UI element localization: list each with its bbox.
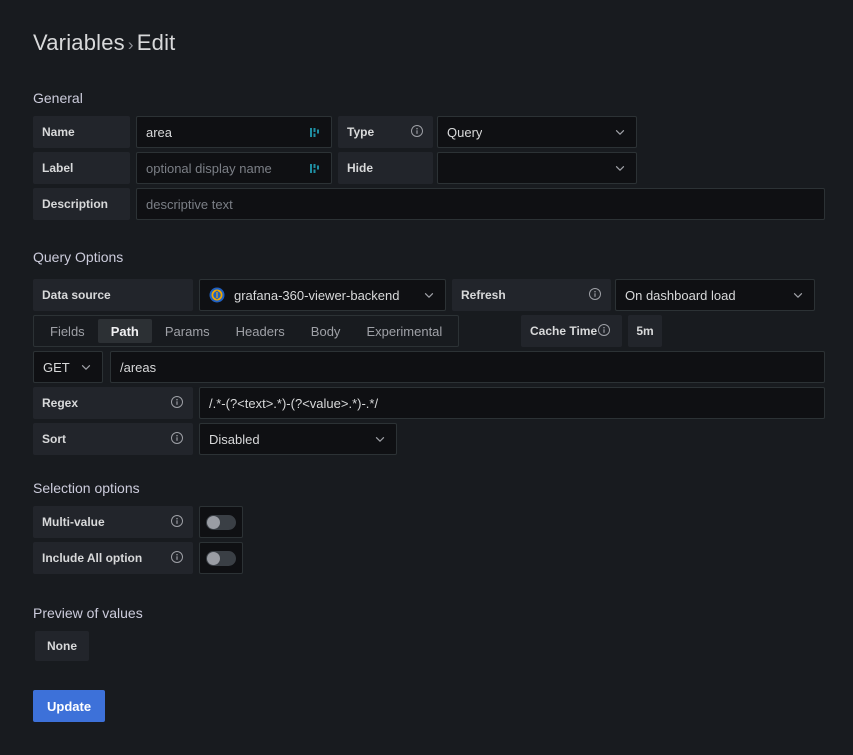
info-icon[interactable]: [162, 395, 184, 412]
tab-path[interactable]: Path: [97, 319, 152, 343]
variable-interpolation-icon: [301, 126, 322, 139]
chevron-down-icon: [365, 432, 387, 446]
tab-body[interactable]: Body: [298, 319, 354, 343]
sort-label-text: Sort: [42, 432, 66, 446]
regex-input-value: /.*-(?<text>.*)-(?<value>.*)-.*/: [209, 395, 379, 411]
sort-select[interactable]: Disabled: [199, 423, 397, 455]
datasource-select-value: grafana-360-viewer-backend: [234, 287, 400, 303]
description-input-placeholder: descriptive text: [146, 196, 233, 212]
tab-experimental[interactable]: Experimental: [353, 319, 455, 343]
breadcrumb-current: Edit: [136, 30, 176, 55]
label-input[interactable]: optional display name: [136, 152, 332, 184]
datasource-plugin-icon: [209, 287, 225, 303]
section-title-query-options: Query Options: [33, 249, 124, 265]
include-all-label-text: Include All option: [42, 551, 143, 565]
label-label-text: Label: [42, 161, 74, 175]
hide-field-label: Hide: [338, 152, 433, 184]
cache-time-value-text: 5m: [636, 324, 654, 338]
name-input[interactable]: area: [136, 116, 332, 148]
regex-label-text: Regex: [42, 396, 79, 410]
tab-params[interactable]: Params: [152, 319, 223, 343]
info-icon[interactable]: [597, 323, 611, 340]
refresh-select[interactable]: On dashboard load: [615, 279, 815, 311]
info-icon[interactable]: [402, 124, 424, 141]
info-icon[interactable]: [162, 550, 184, 567]
datasource-select[interactable]: grafana-360-viewer-backend: [199, 279, 446, 311]
regex-field-label: Regex: [33, 387, 193, 419]
label-field-label: Label: [33, 152, 130, 184]
update-button[interactable]: Update: [33, 690, 106, 722]
section-title-general: General: [33, 90, 83, 106]
description-field-label: Description: [33, 188, 130, 220]
sort-select-value: Disabled: [209, 431, 260, 447]
name-field-label: Name: [33, 116, 130, 148]
chevron-down-icon: [414, 288, 436, 302]
http-method-value: GET: [43, 359, 70, 375]
multi-value-toggle[interactable]: [199, 506, 243, 538]
path-input-value: /areas: [120, 359, 157, 375]
toggle-track: [206, 514, 236, 530]
info-icon[interactable]: [162, 514, 184, 531]
tab-headers[interactable]: Headers: [223, 319, 298, 343]
hide-label-text: Hide: [347, 161, 374, 175]
include-all-field-label: Include All option: [33, 542, 193, 574]
section-title-preview: Preview of values: [33, 605, 143, 621]
section-title-selection-options: Selection options: [33, 480, 140, 496]
variable-interpolation-icon: [301, 162, 322, 175]
multi-value-label-text: Multi-value: [42, 515, 105, 529]
toggle-track: [206, 550, 236, 566]
regex-input[interactable]: /.*-(?<text>.*)-(?<value>.*)-.*/: [199, 387, 825, 419]
refresh-label-text: Refresh: [461, 288, 506, 302]
multi-value-field-label: Multi-value: [33, 506, 193, 538]
refresh-select-value: On dashboard load: [625, 287, 736, 303]
hide-select[interactable]: [437, 152, 637, 184]
datasource-label-text: Data source: [42, 288, 111, 302]
type-field-label: Type: [338, 116, 433, 148]
include-all-toggle[interactable]: [199, 542, 243, 574]
breadcrumb-separator: ›: [127, 35, 134, 54]
path-input[interactable]: /areas: [110, 351, 825, 383]
description-input[interactable]: descriptive text: [136, 188, 825, 220]
name-input-value: area: [146, 124, 173, 140]
chevron-down-icon: [605, 161, 627, 175]
cache-time-label-text: Cache Time: [530, 324, 598, 338]
name-label-text: Name: [42, 125, 75, 139]
preview-value-text: None: [47, 639, 77, 653]
type-select-value: Query: [447, 124, 483, 140]
info-icon[interactable]: [162, 431, 184, 448]
type-select[interactable]: Query: [437, 116, 637, 148]
breadcrumb-root[interactable]: Variables: [33, 30, 125, 55]
refresh-field-label: Refresh: [452, 279, 611, 311]
update-button-label: Update: [47, 698, 92, 714]
chevron-down-icon: [71, 360, 93, 374]
label-input-placeholder: optional display name: [146, 160, 272, 176]
chevron-down-icon: [605, 125, 627, 139]
info-icon[interactable]: [580, 287, 602, 304]
type-label-text: Type: [347, 125, 375, 139]
breadcrumb: Variables › Edit: [33, 30, 175, 56]
toggle-knob: [207, 551, 220, 565]
variable-editor-page: Variables › Edit General Name area Type Qu…: [0, 0, 853, 755]
chevron-down-icon: [783, 288, 805, 302]
datasource-field-label: Data source: [33, 279, 193, 311]
tab-fields[interactable]: Fields: [37, 319, 98, 343]
toggle-knob: [207, 515, 220, 529]
cache-time-value[interactable]: 5m: [628, 315, 662, 347]
http-method-select[interactable]: GET: [33, 351, 103, 383]
query-editor-tabs[interactable]: Fields Path Params Headers Body Experimental: [33, 315, 460, 347]
cache-time-label: Cache Time: [521, 315, 622, 347]
preview-value-chip: None: [35, 631, 89, 661]
description-label-text: Description: [42, 197, 109, 211]
sort-field-label: Sort: [33, 423, 193, 455]
